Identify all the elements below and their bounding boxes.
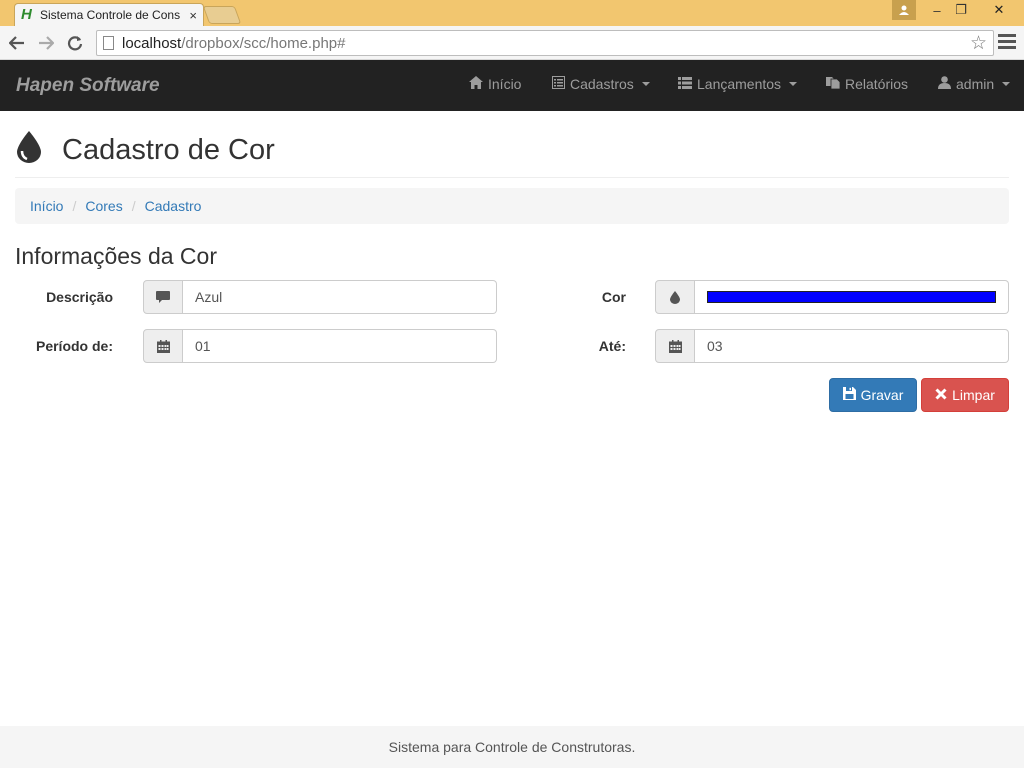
back-arrow-icon[interactable]: [6, 32, 28, 54]
th-list-icon: [678, 76, 692, 92]
nav-item-label: Início: [488, 76, 522, 92]
remove-x-icon: [935, 387, 947, 403]
browser-toolbar: localhost/dropbox/scc/home.php# ☆: [0, 26, 1024, 60]
color-swatch: [707, 291, 996, 303]
window-minimize-button[interactable]: –: [926, 0, 948, 20]
page-icon: [103, 36, 114, 50]
reload-icon[interactable]: [64, 32, 86, 54]
breadcrumb-item-cores[interactable]: Cores: [85, 198, 122, 214]
breadcrumb-item-inicio[interactable]: Início: [30, 198, 63, 214]
periodo-de-label: Período de:: [35, 338, 113, 354]
browser-tab[interactable]: H Sistema Controle de Cons ×: [14, 3, 204, 26]
new-tab-button[interactable]: [202, 6, 242, 24]
chevron-down-icon: [789, 82, 798, 86]
address-bar[interactable]: localhost/dropbox/scc/home.php# ☆: [96, 30, 994, 56]
user-icon: [938, 76, 951, 92]
nav-item-relatorios[interactable]: Relatórios: [826, 76, 908, 92]
footer-text: Sistema para Controle de Construtoras.: [388, 739, 636, 755]
tint-icon: [655, 280, 695, 314]
page-footer: Sistema para Controle de Construtoras.: [0, 726, 1024, 768]
breadcrumb-separator: /: [131, 198, 136, 214]
nav-item-label: Lançamentos: [697, 76, 782, 92]
tint-icon: [17, 131, 41, 168]
chevron-down-icon: [1002, 82, 1011, 86]
bookmark-star-icon[interactable]: ☆: [970, 32, 987, 55]
breadcrumb-separator: /: [72, 198, 77, 214]
app-navbar: Hapen Software Início Cadastros Lançamen…: [0, 60, 1024, 111]
floppy-disk-icon: [842, 387, 856, 403]
page-title: Cadastro de Cor: [62, 134, 275, 166]
forward-arrow-icon[interactable]: [35, 32, 57, 54]
calendar-icon: [655, 329, 695, 363]
breadcrumb: Início / Cores / Cadastro: [15, 188, 1009, 224]
gravar-label: Gravar: [860, 387, 904, 403]
url-host: localhost: [122, 34, 182, 52]
window-close-button[interactable]: ✕: [976, 0, 1022, 20]
ate-label: Até:: [598, 338, 626, 354]
list-alt-icon: [552, 76, 565, 92]
nav-item-label: admin: [956, 76, 995, 92]
nav-item-cadastros[interactable]: Cadastros: [552, 76, 650, 92]
section-title: Informações da Cor: [15, 243, 217, 269]
nav-item-label: Cadastros: [570, 76, 634, 92]
tab-title: Sistema Controle de Cons: [40, 8, 181, 22]
hapen-favicon-icon: H: [21, 6, 32, 23]
periodo-de-input[interactable]: [183, 329, 497, 363]
nav-item-admin[interactable]: admin: [938, 76, 1011, 92]
tab-close-icon[interactable]: ×: [189, 8, 197, 23]
cor-label: Cor: [601, 289, 626, 305]
cor-color-picker[interactable]: [695, 280, 1009, 314]
descricao-label: Descrição: [46, 289, 113, 305]
browser-menu-icon[interactable]: [998, 34, 1016, 50]
comment-icon: [143, 280, 183, 314]
profile-user-icon[interactable]: [892, 0, 916, 20]
documents-icon: [826, 76, 841, 92]
ate-input[interactable]: [695, 329, 1009, 363]
window-maximize-button[interactable]: ❐: [950, 0, 972, 20]
calendar-icon: [143, 329, 183, 363]
nav-item-label: Relatórios: [845, 76, 909, 92]
page-header: Cadastro de Cor: [15, 128, 1009, 178]
nav-item-inicio[interactable]: Início: [469, 76, 521, 92]
limpar-label: Limpar: [952, 387, 995, 403]
limpar-button[interactable]: Limpar: [921, 378, 1009, 412]
browser-tab-strip: H Sistema Controle de Cons × – ❐ ✕: [0, 0, 1024, 26]
gravar-button[interactable]: Gravar: [829, 378, 917, 412]
chevron-down-icon: [641, 82, 650, 86]
url-path: /dropbox/scc/home.php#: [181, 34, 346, 52]
nav-item-lancamentos[interactable]: Lançamentos: [678, 76, 798, 92]
breadcrumb-item-cadastro[interactable]: Cadastro: [145, 198, 202, 214]
home-icon: [469, 76, 483, 92]
descricao-input[interactable]: [183, 280, 497, 314]
brand-logo[interactable]: Hapen Software: [16, 75, 160, 97]
